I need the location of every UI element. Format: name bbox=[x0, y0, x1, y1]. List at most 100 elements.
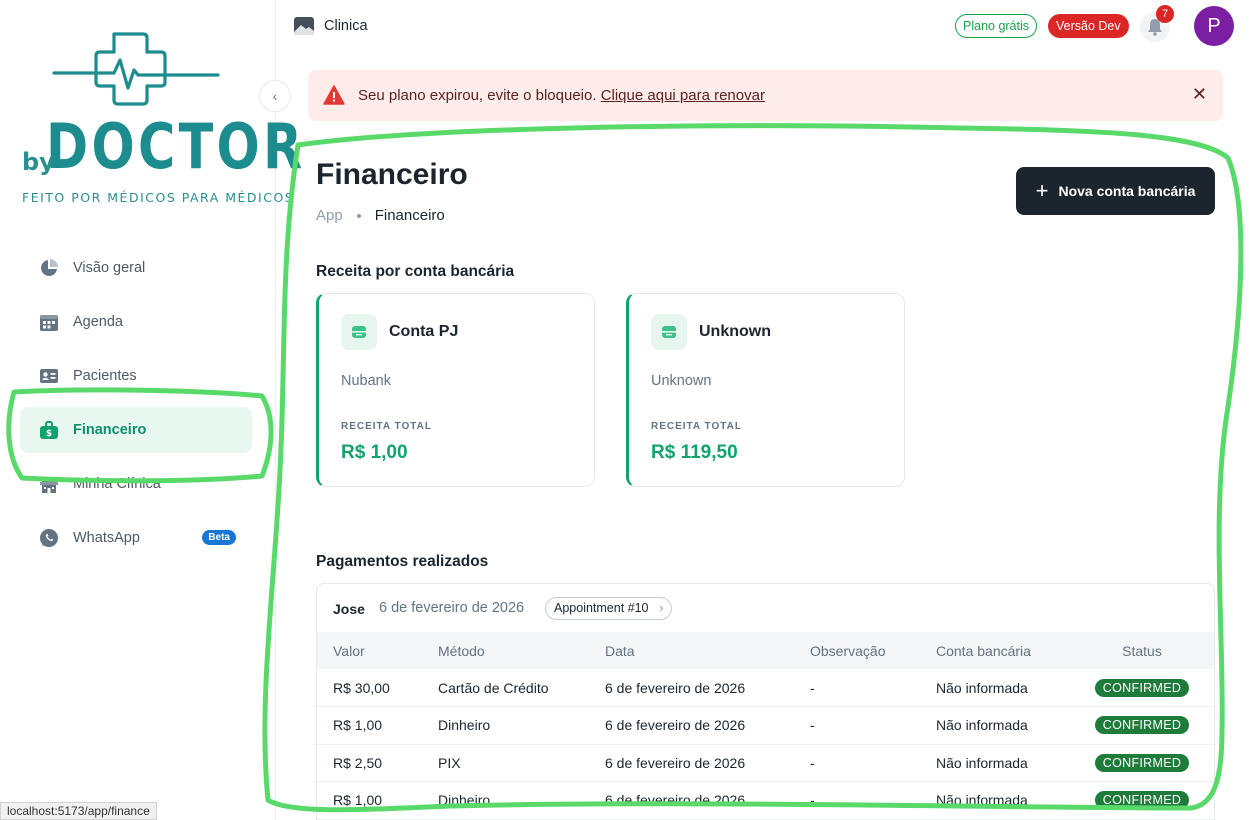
cell-conta: Não informada bbox=[920, 781, 1070, 820]
patient-name: Jose bbox=[333, 601, 365, 617]
cell-status: CONFIRMED bbox=[1070, 669, 1214, 707]
table-row[interactable]: R$ 1,00 Dinheiro 6 de fevereiro de 2026 … bbox=[317, 706, 1214, 745]
sidebar-item-label: Minha Clínica bbox=[73, 476, 161, 492]
plan-expired-alert: Seu plano expirou, evite o bloqueio. Cli… bbox=[308, 70, 1223, 121]
status-badge: CONFIRMED bbox=[1094, 678, 1190, 697]
sidebar-item-visao-geral[interactable]: Visão geral bbox=[20, 245, 252, 291]
sidebar-item-label: Agenda bbox=[73, 314, 123, 330]
avatar[interactable]: P bbox=[1194, 6, 1234, 46]
bank-account-card[interactable]: Conta PJ Nubank RECEITA TOTAL R$ 1,00 bbox=[316, 293, 595, 487]
status-bar-url: localhost:5173/app/finance bbox=[0, 802, 157, 820]
app-root: by DOCTOR FEITO POR MÉDICOS PARA MÉDICOS… bbox=[0, 0, 1255, 820]
sidebar-item-whatsapp[interactable]: WhatsApp Beta bbox=[20, 515, 252, 561]
table-row[interactable]: R$ 1,00 Dinheiro 6 de fevereiro de 2026 … bbox=[317, 781, 1214, 820]
breadcrumb: App Financeiro bbox=[316, 207, 445, 224]
sidebar-item-pacientes[interactable]: Pacientes bbox=[20, 353, 252, 399]
brand-logo[interactable]: by DOCTOR FEITO POR MÉDICOS PARA MÉDICOS bbox=[20, 30, 302, 210]
sidebar-item-label: WhatsApp bbox=[73, 530, 140, 546]
plan-badge[interactable]: Plano grátis bbox=[955, 14, 1038, 38]
table-row[interactable]: R$ 30,00 Cartão de Crédito 6 de fevereir… bbox=[317, 669, 1214, 707]
cell-status: CONFIRMED bbox=[1070, 781, 1214, 820]
payment-date: 6 de fevereiro de 2026 bbox=[379, 600, 525, 616]
brand-name: DOCTOR bbox=[46, 110, 306, 183]
payment-group-header: Jose 6 de fevereiro de 2026 Appointment … bbox=[317, 584, 1214, 632]
bank-name: Unknown bbox=[651, 373, 712, 389]
cell-data: 6 de fevereiro de 2026 bbox=[589, 781, 794, 820]
new-bank-account-button[interactable]: + Nova conta bancária bbox=[1016, 167, 1215, 215]
revenue-section-title: Receita por conta bancária bbox=[316, 263, 515, 280]
status-badge: CONFIRMED bbox=[1094, 791, 1190, 810]
revenue-total-caption: RECEITA TOTAL bbox=[651, 421, 742, 432]
notification-count-badge: 7 bbox=[1156, 5, 1174, 23]
cell-status: CONFIRMED bbox=[1070, 744, 1214, 782]
bank-icon bbox=[651, 314, 687, 350]
svg-text:$: $ bbox=[46, 429, 52, 439]
bank-account-name: Conta PJ bbox=[389, 323, 459, 340]
plus-icon: + bbox=[1035, 178, 1049, 203]
sidebar-item-minha-clinica[interactable]: Minha Clínica bbox=[20, 461, 252, 507]
sidebar: by DOCTOR FEITO POR MÉDICOS PARA MÉDICOS… bbox=[0, 0, 302, 820]
column-header-valor: Valor bbox=[317, 632, 422, 669]
pie-chart-icon bbox=[38, 257, 60, 279]
cell-valor: R$ 1,00 bbox=[317, 706, 422, 745]
sidebar-item-label: Pacientes bbox=[73, 368, 137, 384]
cell-valor: R$ 1,00 bbox=[317, 781, 422, 820]
revenue-total-value: R$ 119,50 bbox=[651, 442, 738, 463]
payment-group: Jose 6 de fevereiro de 2026 Appointment … bbox=[316, 583, 1215, 820]
column-header-status: Status bbox=[1070, 632, 1214, 669]
collapse-sidebar-button[interactable]: ‹ bbox=[259, 80, 291, 112]
dev-version-badge: Versão Dev bbox=[1048, 14, 1129, 38]
cell-observacao: - bbox=[794, 744, 920, 782]
sidebar-item-label: Financeiro bbox=[73, 422, 147, 438]
sidebar-item-agenda[interactable]: Agenda bbox=[20, 299, 252, 345]
column-header-metodo: Método bbox=[422, 632, 589, 669]
payments-section-title: Pagamentos realizados bbox=[316, 553, 489, 570]
cell-metodo: Dinheiro bbox=[422, 781, 589, 820]
chevron-left-icon: ‹ bbox=[272, 88, 278, 104]
cell-observacao: - bbox=[794, 706, 920, 745]
status-badge: CONFIRMED bbox=[1094, 716, 1190, 735]
column-header-observacao: Observação bbox=[794, 632, 920, 669]
bank-account-name: Unknown bbox=[699, 323, 771, 340]
renew-plan-link[interactable]: Clique aqui para renovar bbox=[601, 87, 765, 104]
calendar-icon bbox=[38, 311, 60, 333]
cell-conta: Não informada bbox=[920, 706, 1070, 745]
building-icon bbox=[38, 473, 60, 495]
new-bank-account-label: Nova conta bancária bbox=[1058, 183, 1196, 199]
cell-valor: R$ 2,50 bbox=[317, 744, 422, 782]
cell-observacao: - bbox=[794, 781, 920, 820]
payments-table: Valor Método Data Observação Conta bancá… bbox=[317, 632, 1214, 820]
sidebar-item-financeiro[interactable]: $ Financeiro bbox=[20, 407, 252, 453]
alert-message: Seu plano expirou, evite o bloqueio. Cli… bbox=[358, 87, 765, 104]
cell-data: 6 de fevereiro de 2026 bbox=[589, 744, 794, 782]
sidebar-item-label: Visão geral bbox=[73, 260, 146, 276]
breadcrumb-app-link[interactable]: App bbox=[316, 207, 343, 224]
beta-badge: Beta bbox=[202, 530, 236, 545]
revenue-total-caption: RECEITA TOTAL bbox=[341, 421, 432, 432]
whatsapp-icon bbox=[38, 527, 60, 549]
appointment-chip-label: Appointment #10 bbox=[554, 601, 649, 615]
cell-status: CONFIRMED bbox=[1070, 706, 1214, 745]
clinic-image-icon bbox=[294, 17, 314, 35]
cell-observacao: - bbox=[794, 669, 920, 707]
topbar: Clinica Plano grátis Versão Dev 7 P bbox=[276, 0, 1255, 55]
table-row[interactable]: R$ 2,50 PIX 6 de fevereiro de 2026 - Não… bbox=[317, 744, 1214, 782]
close-icon[interactable]: ✕ bbox=[1192, 84, 1207, 105]
sidebar-nav: Visão geral Agenda Pacientes $ Financeir… bbox=[20, 245, 252, 569]
column-header-data: Data bbox=[589, 632, 794, 669]
breadcrumb-current: Financeiro bbox=[374, 207, 445, 224]
column-header-conta: Conta bancária bbox=[920, 632, 1070, 669]
revenue-total-value: R$ 1,00 bbox=[341, 442, 408, 463]
cell-valor: R$ 30,00 bbox=[317, 669, 422, 707]
brand-tagline: FEITO POR MÉDICOS PARA MÉDICOS bbox=[22, 190, 295, 205]
bank-account-card[interactable]: Unknown Unknown RECEITA TOTAL R$ 119,50 bbox=[626, 293, 905, 487]
cell-data: 6 de fevereiro de 2026 bbox=[589, 706, 794, 745]
bank-name: Nubank bbox=[341, 373, 391, 389]
bank-icon bbox=[341, 314, 377, 350]
appointment-chip[interactable]: Appointment #10 › bbox=[545, 597, 672, 620]
status-badge: CONFIRMED bbox=[1094, 753, 1190, 772]
cell-metodo: Dinheiro bbox=[422, 706, 589, 745]
chevron-right-icon: › bbox=[659, 601, 664, 615]
alert-text: Seu plano expirou, evite o bloqueio. bbox=[358, 87, 597, 104]
clinic-selector[interactable]: Clinica bbox=[324, 18, 368, 34]
